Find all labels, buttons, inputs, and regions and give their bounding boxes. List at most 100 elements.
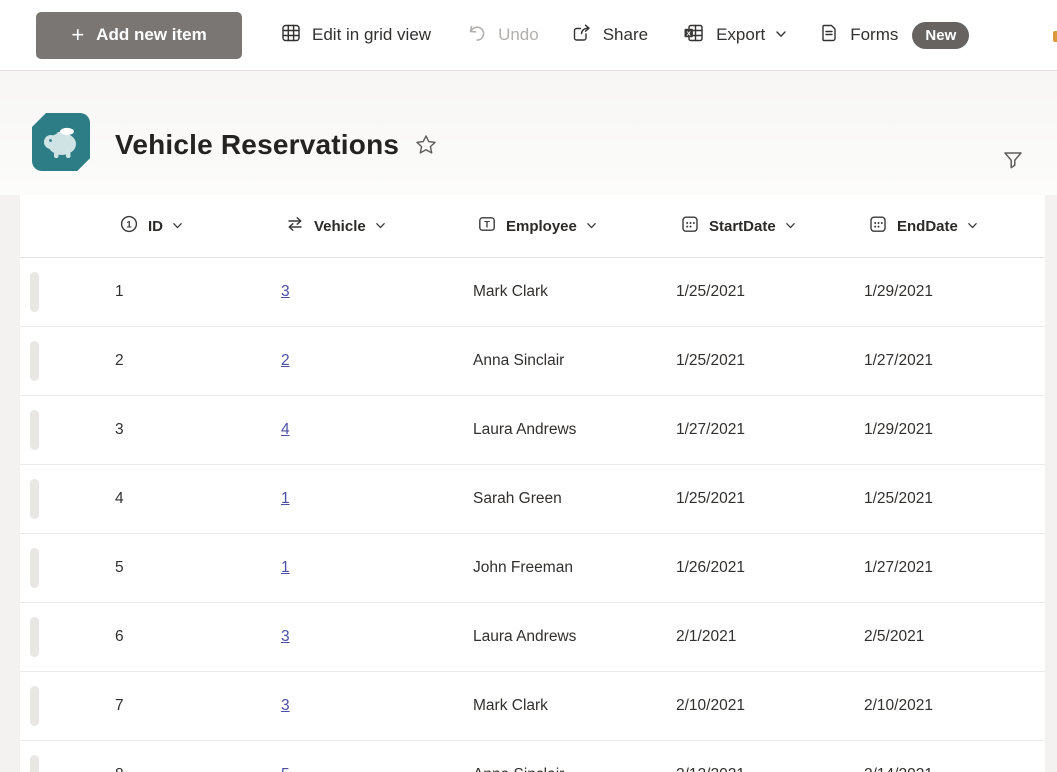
edit-in-grid-view-label: Edit in grid view [312, 25, 432, 44]
text-column-icon: T [477, 214, 497, 238]
add-new-item-button[interactable]: + Add new item [36, 11, 242, 59]
table-row[interactable]: 7 3 Mark Clark 2/10/2021 2/10/2021 [20, 672, 1045, 741]
column-header-employee[interactable]: T Employee [473, 214, 676, 238]
cell-employee: Laura Andrews [473, 421, 577, 438]
table-row[interactable]: 6 3 Laura Andrews 2/1/2021 2/5/2021 [20, 603, 1045, 672]
column-header-enddate[interactable]: EndDate [864, 214, 1045, 238]
cell-employee: Mark Clark [473, 283, 548, 300]
plus-icon: + [71, 22, 85, 47]
table-row[interactable]: 2 2 Anna Sinclair 1/25/2021 1/27/2021 [20, 327, 1045, 396]
new-badge: New [912, 21, 970, 49]
cell-startdate: 2/10/2021 [676, 697, 745, 714]
chevron-down-icon [967, 218, 978, 235]
list-card: 1 ID Vehicle T Employee StartDate EndDat… [20, 195, 1045, 772]
export-button[interactable]: x Export [678, 12, 791, 59]
cell-startdate: 1/25/2021 [676, 352, 745, 369]
row-drag-handle[interactable] [30, 548, 39, 588]
piggy-bank-list-icon [32, 113, 90, 171]
cell-id: 1 [115, 283, 124, 300]
sharepoint-list-page: + Add new item Edit in grid view Undo Sh… [0, 0, 1057, 772]
cell-vehicle-link[interactable]: 1 [281, 490, 290, 507]
date-column-icon [680, 214, 700, 238]
cell-startdate: 1/27/2021 [676, 421, 745, 438]
cell-employee: John Freeman [473, 559, 573, 576]
table-row[interactable]: 5 1 John Freeman 1/26/2021 1/27/2021 [20, 534, 1045, 603]
column-header-label: StartDate [709, 217, 776, 235]
forms-label: Forms [850, 25, 899, 44]
column-header-startdate[interactable]: StartDate [676, 214, 864, 238]
table-row[interactable]: 3 4 Laura Andrews 1/27/2021 1/29/2021 [20, 396, 1045, 465]
export-label: Export [716, 25, 766, 44]
cell-id: 6 [115, 628, 124, 645]
cell-startdate: 2/12/2021 [676, 766, 864, 772]
cell-id: 8 [115, 766, 281, 772]
cell-enddate: 1/27/2021 [864, 559, 933, 576]
column-header-vehicle[interactable]: Vehicle [281, 214, 473, 238]
cell-id: 2 [115, 352, 124, 369]
funnel-filter-icon[interactable] [996, 143, 1030, 177]
forms-document-icon [818, 22, 840, 49]
cell-vehicle-link[interactable]: 5 [281, 766, 290, 772]
undo-button[interactable]: Undo [462, 12, 543, 59]
table-row[interactable]: 1 3 Mark Clark 1/25/2021 1/29/2021 [20, 258, 1045, 327]
column-header-label: Employee [506, 217, 577, 235]
chevron-down-icon [172, 218, 183, 235]
cell-startdate: 1/25/2021 [676, 490, 745, 507]
cell-employee: Sarah Green [473, 490, 562, 507]
column-header-label: Vehicle [314, 217, 366, 235]
row-drag-handle[interactable] [30, 479, 39, 519]
truncated-toolbar-icon [1053, 31, 1057, 42]
chevron-down-icon [775, 25, 787, 45]
row-drag-handle[interactable] [30, 617, 39, 657]
forms-button[interactable]: Forms New [814, 12, 973, 59]
share-icon [571, 22, 593, 49]
cell-vehicle-link[interactable]: 3 [281, 697, 290, 714]
cell-vehicle-link[interactable]: 2 [281, 352, 290, 369]
row-drag-handle[interactable] [30, 410, 39, 450]
row-drag-handle[interactable] [30, 272, 39, 312]
row-drag-handle[interactable] [30, 341, 39, 381]
star-outline-icon[interactable] [415, 134, 437, 161]
cell-vehicle-link[interactable]: 1 [281, 559, 290, 576]
svg-text:T: T [484, 219, 490, 229]
cell-startdate: 1/26/2021 [676, 559, 745, 576]
cell-enddate: 1/29/2021 [864, 421, 933, 438]
grid-view-icon [280, 22, 302, 49]
list-title-section: Vehicle Reservations [0, 71, 1057, 195]
cell-vehicle-link[interactable]: 3 [281, 628, 290, 645]
chevron-down-icon [375, 218, 386, 235]
cell-id: 4 [115, 490, 124, 507]
cell-vehicle-link[interactable]: 3 [281, 283, 290, 300]
cell-id: 7 [115, 697, 124, 714]
cell-enddate: 2/10/2021 [864, 697, 933, 714]
command-bar: + Add new item Edit in grid view Undo Sh… [0, 0, 1057, 71]
share-label: Share [602, 25, 649, 44]
share-button[interactable]: Share [567, 12, 652, 59]
table-row[interactable]: 4 1 Sarah Green 1/25/2021 1/25/2021 [20, 465, 1045, 534]
number-column-icon: 1 [119, 214, 139, 238]
column-header-label: EndDate [897, 217, 958, 235]
table-header-row: 1 ID Vehicle T Employee StartDate EndDat… [20, 195, 1045, 258]
cell-id: 3 [115, 421, 124, 438]
column-header-id[interactable]: 1 ID [115, 214, 281, 238]
chevron-down-icon [586, 218, 597, 235]
edit-in-grid-view-button[interactable]: Edit in grid view [276, 12, 435, 59]
column-header-label: ID [148, 217, 163, 235]
date-column-icon [868, 214, 888, 238]
lookup-column-icon [285, 214, 305, 238]
cell-employee: Mark Clark [473, 697, 548, 714]
cell-employee: Anna Sinclair [473, 352, 565, 369]
cell-employee: Laura Andrews [473, 628, 577, 645]
table-rows: 1 3 Mark Clark 1/25/2021 1/29/2021 2 2 A… [20, 258, 1045, 772]
page-title: Vehicle Reservations [115, 129, 400, 160]
cell-id: 5 [115, 559, 124, 576]
undo-icon [466, 22, 488, 49]
row-drag-handle[interactable] [30, 755, 39, 772]
undo-label: Undo [498, 25, 539, 44]
cell-startdate: 2/1/2021 [676, 628, 737, 645]
table-row[interactable]: 8 5 Anna Sinclair 2/12/2021 2/14/2021 [20, 741, 1045, 772]
cell-enddate: 1/27/2021 [864, 352, 933, 369]
row-drag-handle[interactable] [30, 686, 39, 726]
cell-vehicle-link[interactable]: 4 [281, 421, 290, 438]
cell-enddate: 2/5/2021 [864, 628, 925, 645]
